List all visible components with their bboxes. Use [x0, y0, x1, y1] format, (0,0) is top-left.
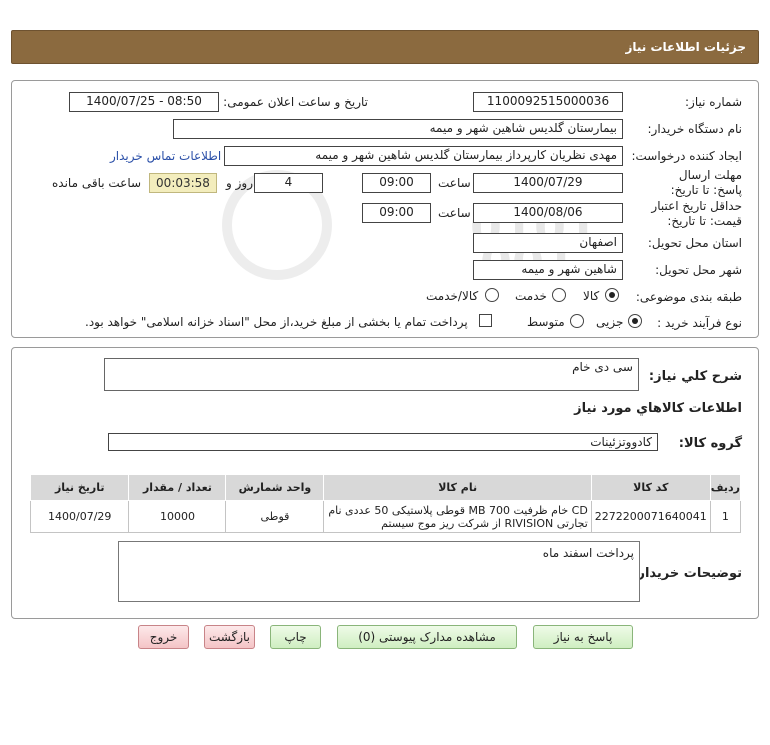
days-field: 4 — [254, 173, 323, 193]
page-title: جزئیات اطلاعات نیاز — [625, 40, 746, 54]
remaining-time: 00:03:58 — [149, 173, 217, 193]
category-radio-both[interactable] — [485, 288, 499, 302]
page-header: جزئیات اطلاعات نیاز — [11, 30, 759, 64]
validity-time-field: 09:00 — [362, 203, 431, 223]
treasury-payment-note: پرداخت تمام یا بخشی از مبلغ خرید،از محل … — [85, 315, 468, 329]
attachments-button[interactable]: مشاهده مدارک پیوستی (0) — [337, 625, 517, 649]
buyer-notes-field: پرداخت اسفند ماه — [118, 541, 640, 602]
col-header-row: ردیف — [709, 474, 742, 501]
reply-time-label: ساعت — [438, 176, 471, 190]
requester-field: مهدی نظریان کارپرداز بیمارستان گلدیس شاه… — [224, 146, 623, 166]
col-header-code: کد کالا — [590, 474, 711, 501]
print-button[interactable]: چاپ — [270, 625, 321, 649]
requester-label: ایجاد کننده درخواست: — [631, 149, 742, 163]
goods-group-label: گروه کالا: — [678, 436, 742, 451]
province-field: اصفهان — [473, 233, 623, 253]
category-radio-service[interactable] — [552, 288, 566, 302]
province-label: استان محل تحویل: — [647, 236, 742, 250]
cell-need-date: 1400/07/29 — [29, 500, 130, 533]
cell-quantity: 10000 — [128, 500, 227, 533]
cell-goods-name: CD خام ظرفیت MB 700 قوطی پلاستیکی 50 عدد… — [323, 500, 592, 533]
reply-time-field: 09:00 — [362, 173, 431, 193]
cell-goods-code: 2272200071640041 — [590, 500, 711, 533]
category-label: طبقه بندی موضوعی: — [635, 290, 742, 304]
buyer-org-field: بیمارستان گلدیس شاهین شهر و میمه — [173, 119, 623, 139]
buyer-contact-link[interactable]: اطلاعات تماس خریدار — [110, 149, 221, 163]
process-option-minor: جزیی — [596, 315, 624, 329]
reply-button[interactable]: پاسخ به نیاز — [533, 625, 633, 649]
validity-date-field: 1400/08/06 — [473, 203, 623, 223]
category-option-goods: کالا — [583, 289, 600, 303]
back-button[interactable]: بازگشت — [204, 625, 255, 649]
announce-label: تاریخ و ساعت اعلان عمومی: — [223, 95, 368, 109]
process-radio-medium[interactable] — [570, 314, 584, 328]
summary-label: شرح کلي نياز: — [648, 369, 742, 384]
need-number-label: شماره نیاز: — [685, 95, 742, 109]
buyer-notes-label: توضیحات خریدار: — [632, 566, 742, 581]
city-field: شاهین شهر و میمه — [473, 260, 623, 280]
cell-unit: قوطی — [225, 500, 325, 533]
exit-button[interactable]: خروج — [138, 625, 189, 649]
col-header-date: تاریخ نیاز — [29, 474, 130, 501]
treasury-payment-checkbox[interactable] — [479, 314, 492, 327]
validity-time-label: ساعت — [438, 206, 471, 220]
buyer-org-label: نام دستگاه خریدار: — [647, 122, 743, 136]
summary-field: سی دی خام — [104, 358, 639, 391]
table-row: 1 2272200071640041 CD خام ظرفیت MB 700 ق… — [29, 500, 742, 533]
city-label: شهر محل تحویل: — [655, 263, 742, 277]
category-radio-goods[interactable] — [605, 288, 619, 302]
process-label: نوع فرآیند خرید : — [657, 316, 742, 330]
goods-table-header: ردیف کد کالا نام کالا واحد شمارش تعداد /… — [29, 474, 742, 501]
goods-group-field: کادووتزئینات — [108, 433, 658, 451]
category-option-service: خدمت — [515, 289, 547, 303]
days-label: روز و — [226, 176, 253, 190]
goods-info-title: اطلاعات کالاهاي مورد نياز — [574, 401, 742, 416]
cell-row-number: 1 — [709, 500, 742, 533]
reply-deadline-label: مهلت ارسال پاسخ: تا تاریخ: — [670, 168, 742, 197]
col-header-unit: واحد شمارش — [225, 474, 325, 501]
col-header-name: نام کالا — [323, 474, 592, 501]
process-option-medium: متوسط — [527, 315, 565, 329]
price-validity-label: حداقل تاریخ اعتبار قیمت: تا تاریخ: — [651, 199, 742, 228]
remaining-label: ساعت باقی مانده — [52, 176, 142, 190]
col-header-quantity: تعداد / مقدار — [128, 474, 227, 501]
need-number-field: 1100092515000036 — [473, 92, 623, 112]
category-option-both: کالا/خدمت — [426, 289, 479, 303]
announce-field: 1400/07/25 - 08:50 — [69, 92, 219, 112]
goods-table: ردیف کد کالا نام کالا واحد شمارش تعداد /… — [29, 474, 742, 533]
reply-date-field: 1400/07/29 — [473, 173, 623, 193]
process-radio-minor[interactable] — [628, 314, 642, 328]
